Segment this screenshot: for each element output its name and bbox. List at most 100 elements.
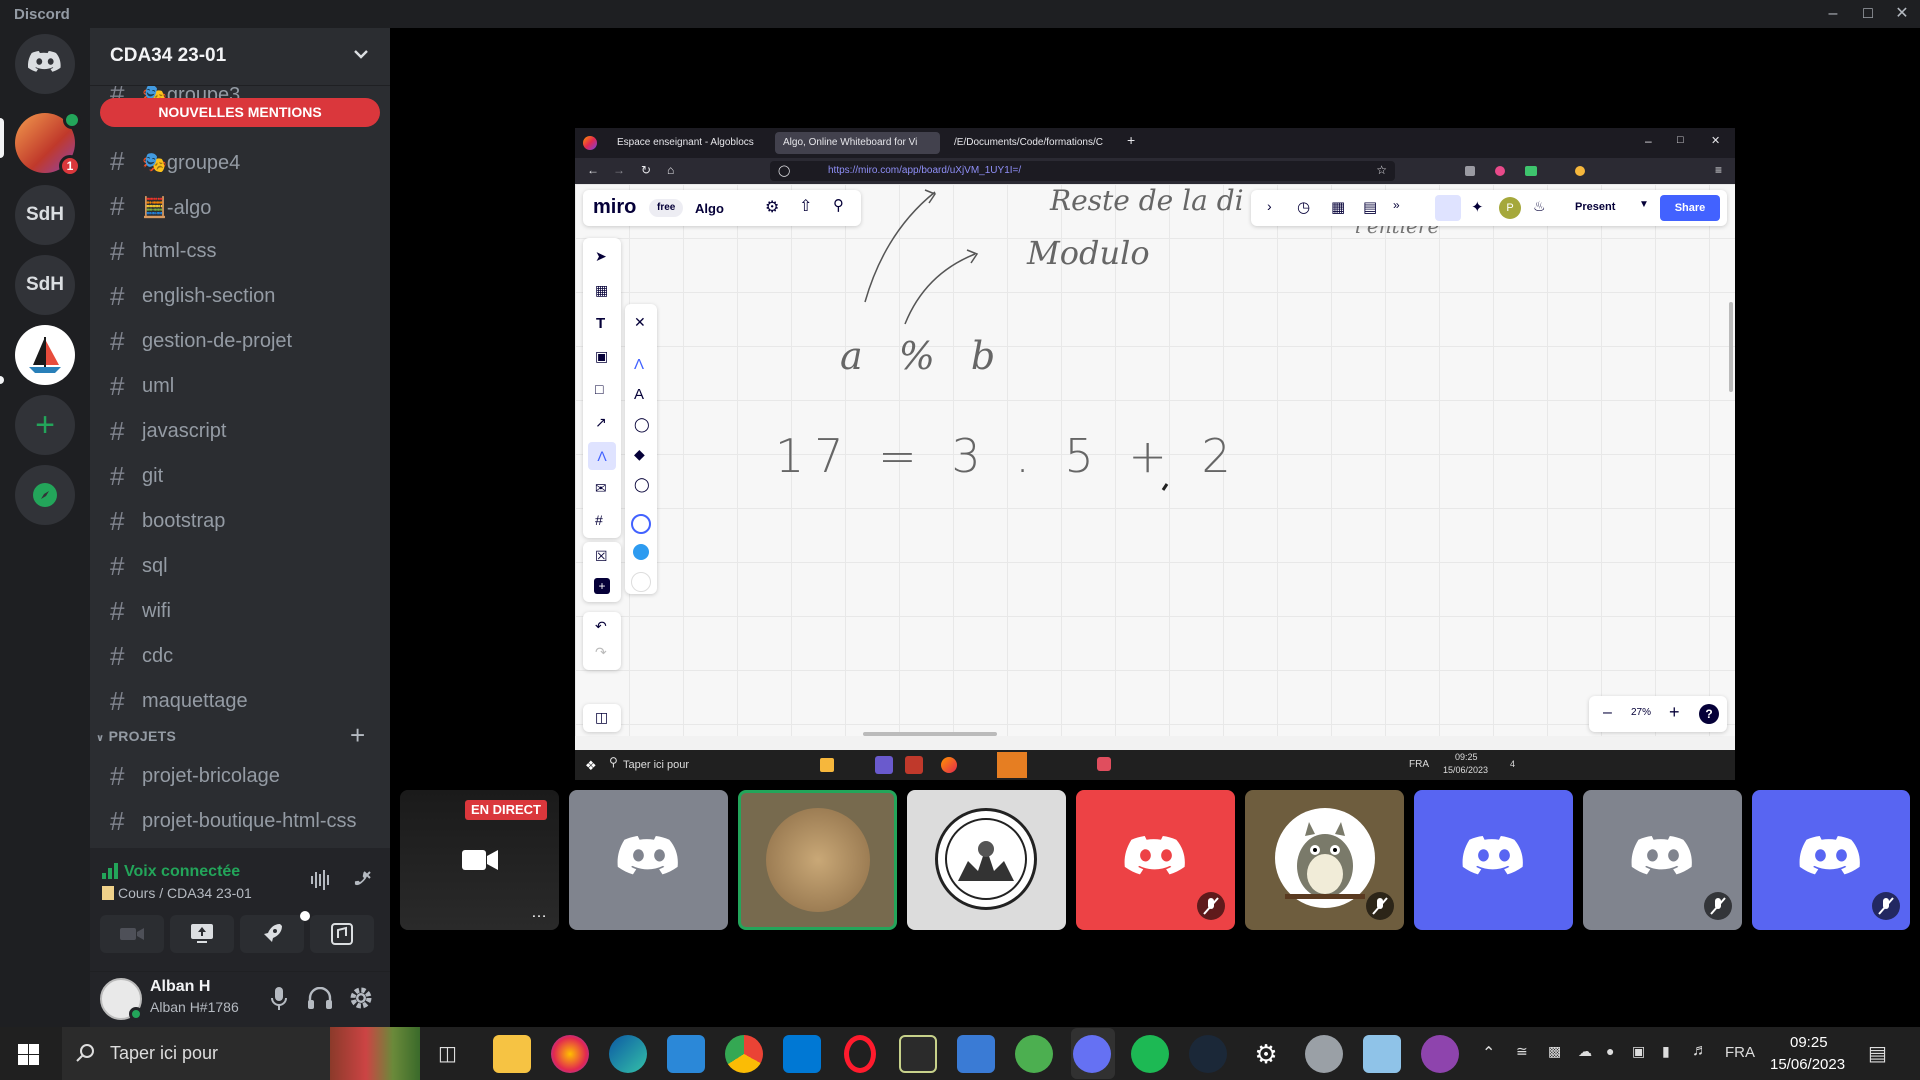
channel-maquettage[interactable]: # maquettage <box>98 681 382 721</box>
channel-groupe4[interactable]: # 🎭groupe4 <box>98 141 382 181</box>
camera-button[interactable] <box>100 915 164 953</box>
participant-tile[interactable] <box>1076 790 1235 930</box>
participant-tile[interactable] <box>1752 790 1910 930</box>
browser-maximize-button[interactable]: □ <box>1677 134 1684 146</box>
search-icon[interactable]: ⚲ <box>833 196 844 214</box>
frames-icon[interactable]: ▦ <box>1331 198 1345 216</box>
gear-icon[interactable] <box>349 986 373 1010</box>
microphone-icon[interactable]: ● <box>1606 1043 1614 1059</box>
channel-projet-bricolage[interactable]: # projet-bricolage <box>98 756 382 796</box>
comment-icon[interactable]: ✉ <box>595 480 607 497</box>
present-button[interactable]: Present <box>1575 201 1615 213</box>
plan-badge[interactable]: free <box>649 199 684 217</box>
extension-icon[interactable] <box>1525 166 1537 176</box>
windows-start-icon[interactable] <box>18 1044 39 1065</box>
reactions-icon[interactable]: ✦ <box>1471 198 1484 216</box>
eraser-icon[interactable]: ◆ <box>634 446 645 463</box>
chevron-up-icon[interactable]: ⌃ <box>1482 1043 1495 1063</box>
server-sdh-2[interactable]: SdH <box>15 255 75 315</box>
tab-miro[interactable]: Algo, Online Whiteboard for Vi <box>775 132 940 154</box>
chrome-icon[interactable] <box>725 1035 763 1073</box>
cursor-follow-icon[interactable] <box>1435 195 1461 221</box>
add-channel-button[interactable]: + <box>350 720 365 751</box>
steam-icon[interactable] <box>1189 1035 1227 1073</box>
channel-algo[interactable]: # 🧮-algo <box>98 186 382 226</box>
cloud-icon[interactable]: ☁ <box>1578 1043 1592 1060</box>
reload-icon[interactable]: ↻ <box>641 163 651 177</box>
volume-icon[interactable]: ♬ <box>1692 1042 1708 1060</box>
app-icon[interactable] <box>1363 1035 1401 1073</box>
server-header[interactable]: CDA34 23-01 <box>90 28 390 86</box>
activities-button[interactable] <box>240 911 310 953</box>
utorrent-icon[interactable] <box>1015 1035 1053 1073</box>
line-icon[interactable]: ↗ <box>595 414 607 431</box>
server-sdh-1[interactable]: SdH <box>15 185 75 245</box>
channel-bootstrap[interactable]: # bootstrap <box>98 501 382 541</box>
redo-icon[interactable]: ↷ <box>595 644 607 661</box>
tab-algoblocs[interactable]: Espace enseignant - Algoblocs <box>609 132 769 154</box>
disconnect-icon[interactable] <box>350 868 374 892</box>
channel-cdc[interactable]: # cdc <box>98 636 382 676</box>
pocket-icon[interactable] <box>1465 166 1475 176</box>
horizontal-scrollbar[interactable] <box>863 732 997 736</box>
noise-suppression-icon[interactable] <box>309 870 333 890</box>
vscode-icon[interactable] <box>783 1035 821 1073</box>
templates-icon[interactable]: ▦ <box>595 282 608 299</box>
clock-time[interactable]: 09:25 <box>1790 1034 1828 1051</box>
voice-location[interactable]: Cours / CDA34 23-01 <box>118 885 252 901</box>
back-icon[interactable]: ← <box>587 163 599 177</box>
color-swatch-empty[interactable] <box>631 572 651 592</box>
opera-icon[interactable] <box>844 1035 876 1073</box>
timer-icon[interactable]: ◷ <box>1297 198 1310 216</box>
share-button[interactable]: Share <box>1660 195 1720 221</box>
maximize-button[interactable]: □ <box>1855 2 1881 26</box>
shape-icon[interactable]: □ <box>595 381 603 397</box>
microphone-icon[interactable] <box>271 987 287 1011</box>
notification-center-icon[interactable]: ▤ <box>1868 1041 1887 1066</box>
stroke-size-icon[interactable] <box>631 514 651 534</box>
edge-icon[interactable] <box>609 1035 647 1073</box>
language-indicator[interactable]: FRA <box>1725 1044 1755 1061</box>
miro-board-canvas[interactable]: Reste de la di l'entiere Modulo a % b 17… <box>575 184 1735 736</box>
settings-icon[interactable]: ⚙ <box>765 197 779 217</box>
panel-toggle[interactable]: ◫ <box>583 704 621 732</box>
vertical-scrollbar[interactable] <box>1729 302 1733 392</box>
file-explorer-icon[interactable] <box>493 1035 531 1073</box>
task-view-icon[interactable]: ◫ <box>438 1041 457 1066</box>
select-icon[interactable]: ➤ <box>595 248 607 265</box>
add-server-button[interactable]: + <box>15 395 75 455</box>
color-swatch-blue[interactable] <box>633 544 649 560</box>
close-icon[interactable]: ✕ <box>634 314 646 331</box>
display-icon[interactable]: ▣ <box>1632 1043 1645 1060</box>
battery-icon[interactable]: ▮ <box>1662 1043 1670 1060</box>
pen-icon[interactable]: Λ <box>588 442 616 470</box>
firefox-icon[interactable] <box>551 1035 589 1073</box>
soundboard-button[interactable] <box>310 915 374 953</box>
spotify-icon[interactable] <box>1131 1035 1169 1073</box>
home-icon[interactable]: ⌂ <box>667 163 674 177</box>
explore-servers-button[interactable] <box>15 465 75 525</box>
channel-projet-boutique-html-css[interactable]: # projet-boutique-html-css <box>98 801 382 841</box>
pen-tool-icon[interactable]: Λ <box>634 356 644 373</box>
url-input[interactable]: ◯ https://miro.com/app/board/uXjVM_1UY1I… <box>770 161 1395 181</box>
undo-icon[interactable]: ↶ <box>595 618 607 635</box>
minimize-button[interactable]: – <box>1820 2 1846 26</box>
taskbar-search-box[interactable]: Taper ici pour <box>62 1027 420 1080</box>
chevron-right-icon[interactable]: › <box>1267 198 1272 214</box>
settings-icon[interactable]: ⚙ <box>1247 1035 1285 1073</box>
bell-icon[interactable]: ♨ <box>1533 198 1546 215</box>
clock-date[interactable]: 15/06/2023 <box>1770 1056 1845 1073</box>
text-icon[interactable]: T <box>596 315 605 332</box>
frame-icon[interactable]: # <box>595 512 603 528</box>
app-icon[interactable] <box>1305 1035 1343 1073</box>
new-mentions-banner[interactable]: NOUVELLES MENTIONS <box>100 98 380 127</box>
headphones-icon[interactable] <box>308 987 332 1009</box>
participant-tile-speaking[interactable] <box>738 790 897 930</box>
new-tab-button[interactable]: + <box>1127 132 1135 148</box>
channel-git[interactable]: # git <box>98 456 382 496</box>
tray-icon[interactable]: ▩ <box>1548 1043 1561 1060</box>
lasso-icon[interactable]: ◯ <box>634 476 650 493</box>
app-window-icon[interactable] <box>957 1035 995 1073</box>
participant-tile-live[interactable]: EN DIRECT … <box>400 790 559 930</box>
forward-icon[interactable]: → <box>613 163 625 177</box>
